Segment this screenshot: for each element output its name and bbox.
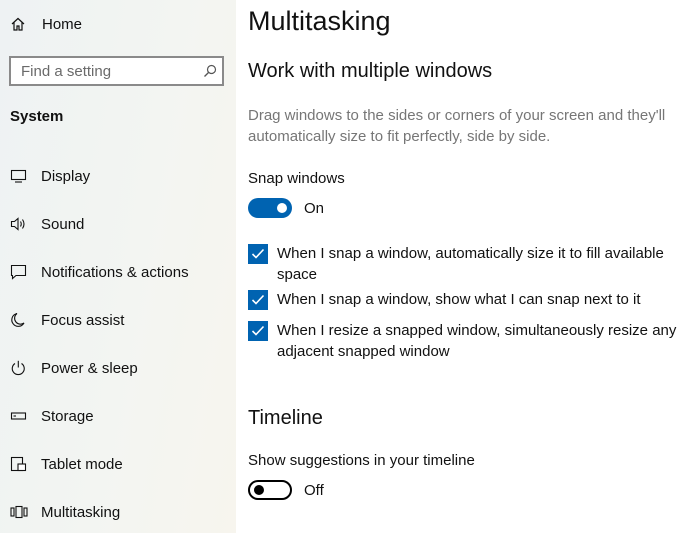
search-input[interactable] bbox=[21, 63, 191, 80]
checkbox-label: When I snap a window, show what I can sn… bbox=[277, 291, 641, 308]
sidebar-item-label: Storage bbox=[41, 407, 94, 425]
display-icon bbox=[10, 168, 28, 184]
sidebar-item-focus-assist[interactable]: Focus assist bbox=[0, 300, 236, 340]
sidebar-item-tablet-mode[interactable]: Tablet mode bbox=[0, 444, 236, 484]
checkbox-label: When I snap a window, automatically size… bbox=[277, 245, 664, 283]
sidebar-item-sound[interactable]: Sound bbox=[0, 204, 236, 244]
sound-icon bbox=[10, 216, 28, 232]
home-icon bbox=[10, 16, 32, 32]
sidebar-item-label: Tablet mode bbox=[41, 455, 123, 473]
windows-description: Drag windows to the sides or corners of … bbox=[248, 107, 666, 145]
sidebar-item-label: Display bbox=[41, 167, 91, 185]
section-title-system: System bbox=[10, 108, 64, 125]
sidebar: Home System Display Sound Notifications … bbox=[0, 0, 236, 533]
section-heading-timeline: Timeline bbox=[248, 407, 323, 429]
page-title: Multitasking bbox=[248, 6, 391, 36]
search-box[interactable] bbox=[9, 56, 224, 86]
sidebar-item-label: Sound bbox=[41, 215, 85, 233]
sidebar-item-storage[interactable]: Storage bbox=[0, 396, 236, 436]
sidebar-item-label: Notifications & actions bbox=[41, 263, 189, 281]
sidebar-item-label: Multitasking bbox=[41, 503, 121, 521]
sidebar-item-display[interactable]: Display bbox=[0, 156, 236, 196]
storage-icon bbox=[10, 408, 28, 424]
sidebar-item-label: Power & sleep bbox=[41, 359, 138, 377]
timeline-suggestions-state: Off bbox=[304, 482, 324, 499]
checkmark-icon[interactable] bbox=[248, 321, 268, 341]
snap-windows-state: On bbox=[304, 200, 325, 217]
toggle-knob bbox=[277, 203, 287, 213]
search-icon[interactable] bbox=[203, 64, 217, 83]
section-heading-windows: Work with multiple windows bbox=[248, 60, 493, 82]
checkbox-label: When I resize a snapped window, simultan… bbox=[277, 322, 677, 360]
checkmark-icon[interactable] bbox=[248, 244, 268, 264]
home-label: Home bbox=[42, 15, 83, 33]
sidebar-item-notifications[interactable]: Notifications & actions bbox=[0, 252, 236, 292]
sidebar-item-power-sleep[interactable]: Power & sleep bbox=[0, 348, 236, 388]
toggle-knob bbox=[254, 485, 264, 495]
multitasking-icon bbox=[10, 504, 28, 520]
power-icon bbox=[10, 360, 28, 376]
timeline-suggestions-toggle[interactable] bbox=[248, 480, 292, 500]
home-nav-item[interactable]: Home bbox=[10, 12, 82, 36]
snap-windows-toggle[interactable] bbox=[248, 198, 292, 218]
tablet-icon bbox=[10, 456, 28, 472]
sidebar-item-multitasking[interactable]: Multitasking bbox=[0, 492, 236, 532]
sidebar-item-label: Focus assist bbox=[41, 311, 125, 329]
moon-icon bbox=[10, 312, 28, 328]
notifications-icon bbox=[10, 264, 28, 280]
timeline-suggestions-label: Show suggestions in your timeline bbox=[248, 452, 475, 469]
checkmark-icon[interactable] bbox=[248, 290, 268, 310]
snap-windows-label: Snap windows bbox=[248, 170, 345, 187]
